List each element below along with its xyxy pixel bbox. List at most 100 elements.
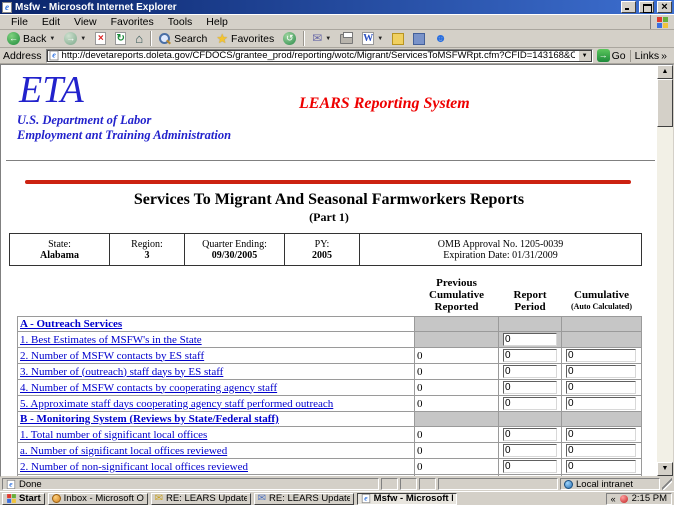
row-label-cell: 5. Approximate staff days cooperating ag… [18,396,415,412]
menu-help[interactable]: Help [199,15,235,29]
edit-with-word-button[interactable]: W ▼ [358,30,387,47]
restore-button[interactable] [639,1,654,13]
cumulative-input[interactable] [566,365,636,378]
row-link[interactable]: 2. Number of MSFW contacts by ES staff [20,350,204,362]
row-link[interactable]: 2. Number of non-significant local offic… [20,461,248,473]
row-link[interactable]: 3. Number of (outreach) staff days by ES… [20,366,223,378]
windows-logo-icon [650,15,674,29]
vertical-scrollbar[interactable]: ▲ ▼ [657,65,673,476]
cumulative-cell [562,396,642,412]
mail-button[interactable]: ✉ ▼ [308,30,335,47]
address-input[interactable] [62,50,575,62]
tray-chevron-icon[interactable]: « [611,494,616,504]
report-period-input[interactable] [503,397,557,410]
table-row: 2. Number of non-significant local offic… [18,459,642,475]
prev-cumulative-cell: 0 [415,396,499,412]
table-row: 1. Total number of significant local off… [18,427,642,443]
scroll-up-icon[interactable]: ▲ [657,65,673,79]
task-buttons: Inbox - Microsoft Outlook✉RE: LEARS Upda… [48,493,457,505]
section-row: A - Outreach Services [18,317,642,332]
home-button[interactable]: ⌂ [131,30,147,47]
report-period-input[interactable] [503,428,557,441]
scrollbar-thumb[interactable] [657,79,673,127]
omb-approval: OMB Approval No. 1205-0039 [362,239,639,250]
report-period-cell [499,396,562,412]
research-button[interactable] [409,30,429,47]
start-button[interactable]: Start [2,493,45,505]
forward-button[interactable]: → ▼ [60,30,90,47]
row-link[interactable]: a. Number of significant local offices r… [20,445,227,457]
prev-cumulative-cell [415,412,499,427]
refresh-button[interactable]: ↻ [111,30,130,47]
home-icon: ⌂ [135,32,143,45]
links-label: Links [635,50,660,62]
report-period-cell [499,380,562,396]
report-period-input[interactable] [503,333,557,346]
search-button[interactable]: Search [155,30,211,47]
section-link[interactable]: A - Outreach Services [20,318,122,330]
menu-file[interactable]: File [4,15,35,29]
taskbar-task-button[interactable]: Inbox - Microsoft Outlook [48,493,148,505]
row-link[interactable]: 4. Number of MSFW contacts by cooperatin… [20,382,277,394]
row-label-cell: 4. Number of MSFW contacts by cooperatin… [18,380,415,396]
ie-window-icon: e [2,2,12,13]
taskbar-task-button[interactable]: ✉RE: LEARS Updates - Me... [254,493,354,505]
address-combo: e ▼ [46,49,593,63]
discuss-button[interactable] [388,30,408,47]
taskbar-task-button[interactable]: ✉RE: LEARS Updates - Me... [151,493,251,505]
omb-expiration: Expiration Date: 01/31/2009 [362,250,639,261]
state-label: State: [12,239,107,250]
scroll-down-icon[interactable]: ▼ [657,462,673,476]
cumulative-input[interactable] [566,397,636,410]
taskbar-task-button[interactable]: eMsfw - Microsoft Inte... [357,493,457,505]
report-period-input[interactable] [503,460,557,473]
address-dropdown-icon[interactable]: ▼ [578,50,592,62]
menu-tools[interactable]: Tools [161,15,200,29]
row-link[interactable]: 1. Total number of significant local off… [20,429,207,441]
row-link[interactable]: 1. Best Estimates of MSFW's in the State [20,334,202,346]
cumulative-input[interactable] [566,428,636,441]
report-period-input[interactable] [503,349,557,362]
region-value: 3 [112,250,182,261]
report-table: Previous Cumulative Reported Report Peri… [17,277,642,476]
back-button[interactable]: ← Back ▼ [3,30,59,47]
section-link[interactable]: B - Monitoring System (Reviews by State/… [20,413,279,425]
red-divider [25,180,631,184]
favorites-button[interactable]: ★ Favorites [212,30,278,47]
print-icon [340,34,353,44]
forward-dropdown-icon[interactable]: ▼ [80,36,86,42]
go-button[interactable]: → Go [597,49,626,62]
menu-edit[interactable]: Edit [35,15,67,29]
intranet-zone-icon [564,480,573,489]
report-period-input[interactable] [503,444,557,457]
window-titlebar: e Msfw - Microsoft Internet Explorer [0,0,674,14]
row-link[interactable]: 5. Approximate staff days cooperating ag… [20,398,333,410]
report-period-input[interactable] [503,381,557,394]
stop-button[interactable]: × [91,30,110,47]
report-period-cell [499,348,562,364]
links-button[interactable]: Links » [630,50,671,62]
minimize-button[interactable] [621,1,636,13]
table-row: a. Number of significant local offices r… [18,443,642,459]
row-label-cell: 1. Best Estimates of MSFW's in the State [18,332,415,348]
row-label-cell: 3. Number of (outreach) staff days by ES… [18,364,415,380]
report-period-input[interactable] [503,365,557,378]
history-button[interactable]: ↺ [279,30,300,47]
back-dropdown-icon[interactable]: ▼ [49,36,55,42]
menu-view[interactable]: View [67,15,104,29]
print-button[interactable] [336,30,357,47]
resize-grip[interactable] [662,478,672,490]
cumulative-input[interactable] [566,381,636,394]
cumulative-input[interactable] [566,349,636,362]
edit-dropdown-icon[interactable]: ▼ [377,36,383,42]
menu-favorites[interactable]: Favorites [104,15,161,29]
messenger-button[interactable]: ☻ [430,30,451,47]
mail-dropdown-icon[interactable]: ▼ [325,36,331,42]
close-button[interactable] [657,1,672,13]
tray-app-icon[interactable] [620,495,628,503]
cumulative-input[interactable] [566,444,636,457]
section-row: B - Monitoring System (Reviews by State/… [18,412,642,427]
cumulative-input[interactable] [566,460,636,473]
py-cell: PY: 2005 [285,234,360,266]
window-title: Msfw - Microsoft Internet Explorer [15,2,618,13]
